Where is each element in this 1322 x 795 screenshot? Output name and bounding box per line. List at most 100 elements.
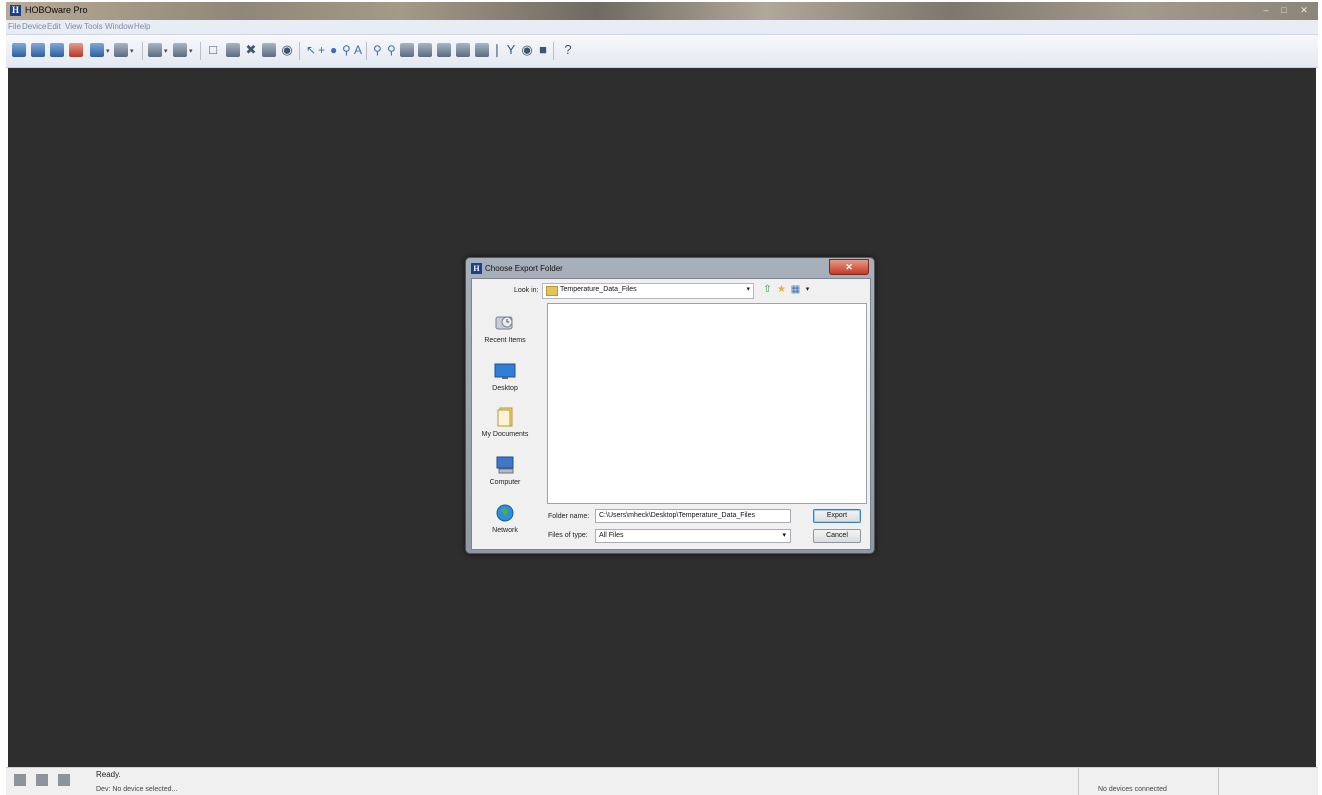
readout-icon[interactable] (31, 43, 45, 57)
statistics-icon[interactable] (475, 43, 489, 57)
place-label: Recent Items (484, 337, 526, 344)
place-label: My Documents (481, 431, 529, 438)
open-file-icon[interactable]: □ (206, 43, 220, 57)
toolbar-separator (142, 42, 143, 60)
status-text: Ready. (96, 770, 121, 779)
place-computer[interactable]: Computer (472, 455, 538, 486)
place-network[interactable]: Network (472, 503, 538, 534)
chevron-down-icon[interactable]: ▾ (189, 47, 193, 55)
menu-view[interactable]: View (65, 22, 82, 31)
hoboware-logo-icon: H (10, 5, 21, 16)
minimize-button[interactable]: – (1258, 5, 1274, 16)
export-icon[interactable] (262, 43, 276, 57)
place-recent-items[interactable]: Recent Items (472, 313, 538, 344)
maximize-button[interactable]: □ (1276, 5, 1292, 16)
device-status: Dev: No device selected... (96, 786, 178, 793)
menu-edit[interactable]: Edit (47, 22, 61, 31)
place-my-documents[interactable]: My Documents (472, 407, 538, 438)
comment-icon[interactable]: ■ (536, 43, 550, 57)
folder-name-label: Folder name: (548, 513, 590, 520)
toolbar: ▾ ▾ ▾ ▾ □ ✖ ◉ ↖ + ● ⚲ A ⚲ ⚲ ❘ Y ◉ ■ ? (6, 35, 1318, 68)
text-cursor-icon[interactable]: A (354, 43, 362, 57)
up-folder-icon[interactable]: ⇧ (762, 284, 773, 295)
app-window: H HOBOware Pro – □ ✕ File Device Edit Vi… (6, 2, 1318, 795)
filter-icon[interactable]: Y (504, 43, 518, 57)
hoboware-logo-icon: H (471, 263, 482, 274)
chevron-down-icon[interactable]: ▾ (130, 47, 134, 55)
place-label: Computer (489, 479, 521, 486)
menu-tools[interactable]: Tools (84, 22, 103, 31)
menu-device[interactable]: Device (22, 22, 46, 31)
file-type-value: All Files (599, 532, 624, 539)
crosshair-icon[interactable]: + (318, 43, 326, 57)
marker-icon[interactable]: ❘ (490, 43, 504, 57)
fit-all-icon[interactable] (400, 43, 414, 57)
view-menu-icon[interactable]: ▦ (790, 284, 801, 295)
launch-logger-icon[interactable] (12, 43, 26, 57)
close-file-icon[interactable]: ✖ (244, 43, 258, 57)
desktop-icon (493, 361, 517, 381)
help-icon[interactable]: ? (561, 43, 575, 57)
place-label: Desktop (492, 385, 518, 392)
folder-icon (546, 286, 558, 296)
shuttle-icon[interactable] (90, 43, 104, 57)
file-list[interactable] (547, 303, 867, 504)
menu-bar: File Device Edit View Tools Window Help (6, 20, 1318, 35)
save-icon[interactable] (226, 43, 240, 57)
cancel-button[interactable]: Cancel (813, 529, 861, 543)
file-type-label: Files of type: (548, 532, 588, 539)
title-bar: H HOBOware Pro – □ ✕ (6, 2, 1318, 20)
stop-logger-icon[interactable] (50, 43, 64, 57)
file-type-select[interactable]: All Files ▾ (595, 529, 791, 543)
menu-window[interactable]: Window (105, 22, 133, 31)
connection-status: No devices connected (1098, 786, 1167, 793)
export-button[interactable]: Export (813, 509, 861, 523)
status-bar: Ready. Dev: No device selected... No dev… (6, 767, 1318, 795)
table-icon[interactable] (173, 43, 187, 57)
chevron-down-icon[interactable]: ▾ (106, 47, 110, 55)
fit-y-icon[interactable] (437, 43, 451, 57)
status-separator (1218, 768, 1219, 795)
look-in-select[interactable]: Temperature_Data_Files ▾ (542, 283, 754, 299)
place-desktop[interactable]: Desktop (472, 361, 538, 392)
look-in-label: Look in: (514, 287, 539, 294)
device-options-icon[interactable] (114, 43, 128, 57)
dialog-body: Look in: Temperature_Data_Files ▾ ⇧ ★ ▦ … (471, 278, 871, 550)
dialog-title: Choose Export Folder (485, 264, 563, 273)
status-separator (1078, 768, 1079, 795)
globe-icon[interactable]: ◉ (520, 43, 534, 57)
details-view-icon[interactable] (36, 774, 48, 786)
point-icon[interactable]: ● (330, 43, 338, 57)
look-in-value: Temperature_Data_Files (560, 286, 637, 293)
chevron-down-icon: ▾ (746, 286, 750, 293)
plot-icon[interactable] (148, 43, 162, 57)
zoom-icon[interactable]: ⚲ (342, 43, 351, 57)
dialog-close-button[interactable]: ✕ (829, 259, 869, 275)
network-icon (493, 503, 517, 523)
plot-view-icon[interactable] (14, 774, 26, 786)
computer-icon (493, 455, 517, 475)
new-folder-icon[interactable]: ★ (776, 284, 787, 295)
menu-file[interactable]: File (8, 22, 21, 31)
close-window-button[interactable]: ✕ (1296, 5, 1312, 16)
chevron-down-icon[interactable]: ▾ (164, 47, 168, 55)
details-icon[interactable] (456, 43, 470, 57)
toolbar-separator (366, 42, 367, 60)
my-documents-icon (493, 407, 517, 427)
folder-name-input[interactable]: C:\Users\mheck\Desktop\Temperature_Data_… (595, 509, 791, 523)
menu-help[interactable]: Help (134, 22, 150, 31)
fit-x-icon[interactable] (418, 43, 432, 57)
chevron-down-icon[interactable]: ▾ (802, 284, 813, 295)
print-icon[interactable]: ◉ (280, 43, 294, 57)
pointer-icon[interactable]: ↖ (306, 43, 316, 57)
places-bar: Recent Items Desktop My Documents Comput… (472, 301, 542, 549)
zoom-out-icon[interactable]: ⚲ (387, 43, 396, 57)
toolbar-separator (200, 42, 201, 60)
points-view-icon[interactable] (58, 774, 70, 786)
chevron-down-icon: ▾ (782, 532, 786, 539)
recent-items-icon (493, 313, 517, 333)
zoom-in-icon[interactable]: ⚲ (373, 43, 382, 57)
choose-export-folder-dialog: H Choose Export Folder ✕ Look in: Temper… (465, 257, 875, 554)
place-label: Network (492, 527, 518, 534)
status-icon[interactable] (69, 43, 83, 57)
